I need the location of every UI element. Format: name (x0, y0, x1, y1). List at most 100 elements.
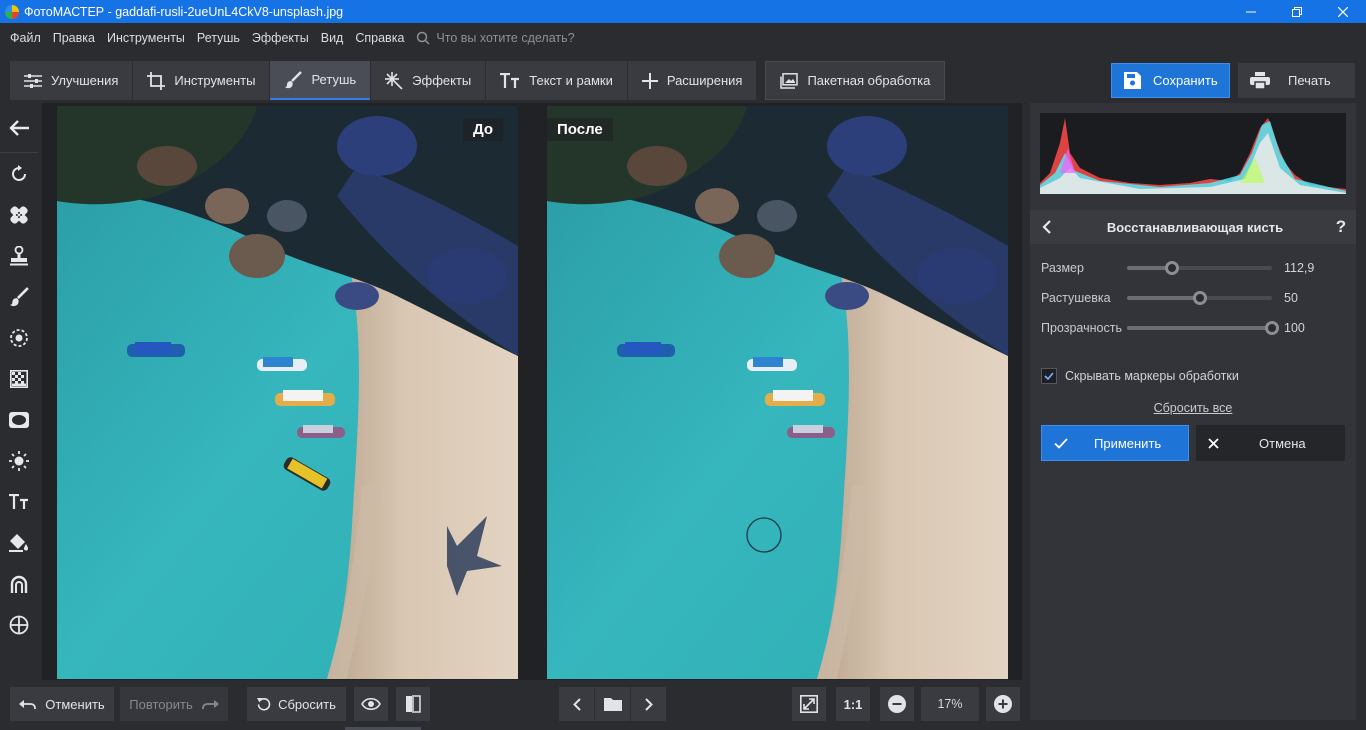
menu-search[interactable]: Что вы хотите сделать? (416, 31, 575, 45)
minimize-icon[interactable] (1228, 0, 1274, 23)
tab-label: Текст и рамки (529, 73, 613, 88)
slider-fill (1127, 326, 1272, 330)
menu-help[interactable]: Справка (349, 31, 410, 45)
text-tool-icon (9, 493, 28, 509)
stamp-icon (10, 245, 28, 265)
tab-tools[interactable]: Инструменты (133, 61, 270, 100)
undo-icon (19, 700, 37, 709)
slider-track[interactable] (1127, 261, 1272, 275)
after-label: После (547, 118, 613, 141)
tab-text-frames[interactable]: Текст и рамки (486, 61, 627, 100)
save-button[interactable]: Сохранить (1111, 63, 1230, 98)
left-toolbar (0, 103, 38, 680)
menu-edit[interactable]: Правка (47, 31, 101, 45)
slider-size: Размер 112,9 (1030, 258, 1356, 278)
tool-fill[interactable] (0, 522, 38, 563)
check-icon (1054, 437, 1068, 449)
tool-radial[interactable] (0, 317, 38, 358)
close-icon[interactable] (1320, 0, 1366, 23)
ratio-label: 1:1 (843, 696, 863, 712)
window-title: ФотоМАСТЕР - gaddafi-rusli-2ueUnL4CkV8-u… (24, 4, 344, 19)
target-icon (9, 615, 29, 634)
text-icon (500, 72, 520, 88)
menu-tools[interactable]: Инструменты (101, 31, 191, 45)
before-image (57, 106, 518, 679)
cancel-button[interactable]: Отмена (1196, 425, 1345, 461)
rotate-icon (12, 164, 27, 181)
hide-markers-checkbox[interactable] (1041, 368, 1057, 384)
prev-image-button[interactable] (559, 687, 594, 721)
tab-label: Расширения (666, 73, 743, 88)
slider-value: 112,9 (1284, 261, 1315, 275)
save-label: Сохранить (1153, 73, 1218, 88)
before-photo[interactable]: До (57, 106, 518, 679)
sparkle-icon (385, 71, 403, 90)
tone-curve-icon (10, 575, 28, 593)
plus-icon (641, 72, 658, 89)
tab-label: Ретушь (311, 72, 357, 87)
tab-extensions[interactable]: Расширения (627, 61, 757, 100)
tool-healing[interactable] (0, 194, 38, 235)
checkbox-label: Скрывать маркеры обработки (1065, 369, 1239, 383)
tool-brush[interactable] (0, 276, 38, 317)
tab-effects[interactable]: Эффекты (371, 61, 486, 100)
reset-all-link[interactable]: Сбросить все (1030, 401, 1356, 415)
redo-button[interactable]: Повторить (120, 687, 228, 721)
window-controls (1228, 0, 1366, 23)
preview-toggle-button[interactable] (354, 687, 388, 721)
slider-track[interactable] (1127, 291, 1272, 305)
reset-label: Сбросить (278, 696, 336, 712)
tool-text[interactable] (0, 481, 38, 522)
back-button[interactable] (0, 103, 38, 153)
tool-light[interactable] (0, 440, 38, 481)
undo-button[interactable]: Отменить (10, 687, 114, 721)
apply-button[interactable]: Применить (1041, 425, 1189, 461)
menu-effects[interactable]: Эффекты (246, 31, 315, 45)
images-icon (780, 72, 799, 89)
tool-stamp[interactable] (0, 235, 38, 276)
preview-canvas[interactable]: До После (42, 103, 1022, 680)
slider-handle[interactable] (1265, 321, 1279, 335)
slider-track[interactable] (1127, 321, 1279, 335)
panel-back-button[interactable] (1030, 220, 1064, 234)
after-photo[interactable]: После (547, 106, 1008, 679)
tab-label: Пакетная обработка (807, 73, 931, 88)
crop-icon (147, 71, 166, 90)
app-logo-icon (5, 4, 19, 19)
tab-enhancements[interactable]: Улучшения (10, 61, 133, 100)
hide-markers-row[interactable]: Скрывать маркеры обработки (1041, 368, 1239, 384)
help-icon[interactable]: ? (1326, 217, 1356, 237)
print-button[interactable]: Печать (1238, 63, 1355, 98)
slider-handle[interactable] (1164, 261, 1179, 275)
tab-retouch[interactable]: Ретушь (270, 61, 371, 100)
healing-patch-icon (10, 205, 28, 224)
reset-button[interactable]: Сбросить (247, 687, 346, 721)
menu-view[interactable]: Вид (315, 31, 350, 45)
compare-button[interactable] (396, 687, 430, 721)
histogram (1040, 113, 1346, 194)
menu-retouch[interactable]: Ретушь (191, 31, 246, 45)
slider-fill (1127, 296, 1200, 300)
sliders-icon (24, 73, 42, 88)
zoom-in-button[interactable] (986, 687, 1020, 721)
actual-size-button[interactable]: 1:1 (836, 687, 870, 721)
next-image-button[interactable] (631, 687, 666, 721)
open-folder-button[interactable] (594, 687, 631, 721)
minus-circle-icon (888, 695, 906, 713)
menu-file[interactable]: Файл (4, 31, 47, 45)
restore-icon[interactable] (1274, 0, 1320, 23)
tool-vignette[interactable] (0, 399, 38, 440)
sun-icon (9, 450, 29, 471)
after-image (547, 106, 1008, 679)
fit-screen-button[interactable] (792, 687, 826, 721)
redo-icon (201, 700, 219, 709)
tool-gradient[interactable] (0, 358, 38, 399)
zoom-out-button[interactable] (880, 687, 914, 721)
slider-handle[interactable] (1192, 291, 1207, 305)
tool-curves[interactable] (0, 563, 38, 604)
tool-target[interactable] (0, 604, 38, 645)
tool-rotate[interactable] (0, 153, 38, 194)
menu-bar: Файл Правка Инструменты Ретушь Эффекты В… (0, 23, 1366, 53)
tab-batch-processing[interactable]: Пакетная обработка (765, 61, 946, 100)
zoom-level[interactable]: 17% (921, 687, 979, 721)
